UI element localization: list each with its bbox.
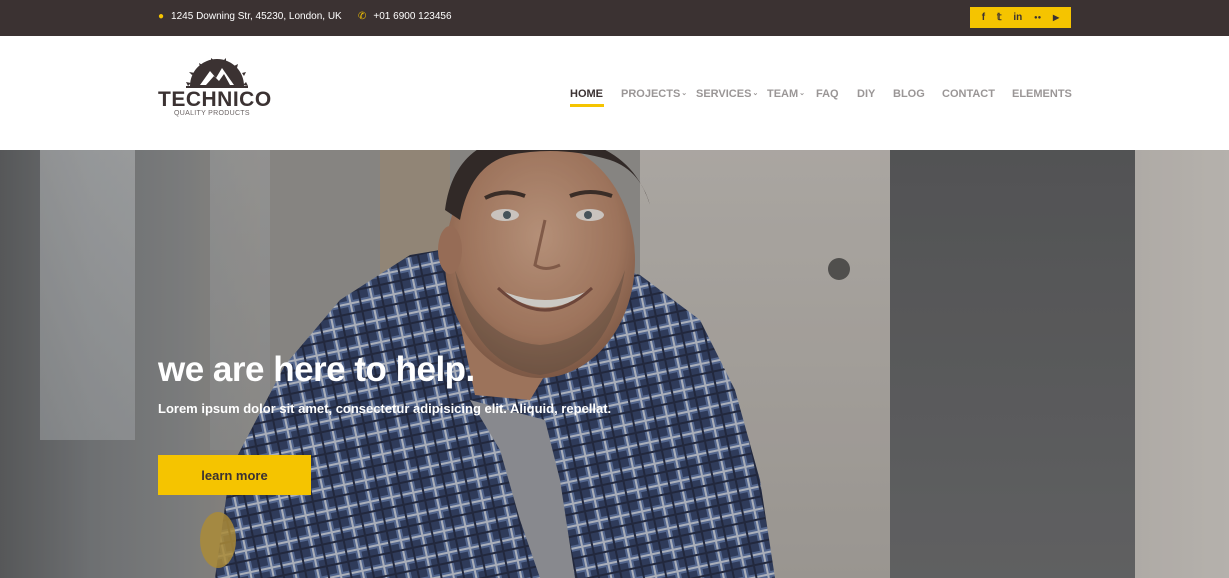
phone-info: ✆ +01 6900 123456 xyxy=(358,11,452,22)
nav-item-contact[interactable]: CONTACT xyxy=(942,88,995,100)
hero-title: we are here to help. xyxy=(158,350,475,389)
phone-text: +01 6900 123456 xyxy=(373,11,452,22)
brand-name: TECHNICO xyxy=(158,88,272,111)
nav-item-home[interactable]: HOME xyxy=(570,88,604,107)
chevron-down-icon: ⌄ xyxy=(799,90,806,97)
youtube-icon[interactable]: ▶ xyxy=(1053,13,1059,22)
nav-label: FAQ xyxy=(816,88,839,100)
nav-label: BLOG xyxy=(893,88,925,100)
nav-label: PROJECTS xyxy=(621,88,681,100)
facebook-icon[interactable]: f xyxy=(982,12,985,23)
nav-label: ELEMENTS xyxy=(1012,88,1072,100)
nav-item-faq[interactable]: FAQ xyxy=(816,88,839,100)
brand-tagline: QUALITY PRODUCTS xyxy=(174,110,250,117)
hero-description: Lorem ipsum dolor sit amet, consectetur … xyxy=(158,401,612,416)
nav-label: CONTACT xyxy=(942,88,995,100)
chevron-down-icon: ⌄ xyxy=(681,90,688,97)
nav-label: TEAM xyxy=(767,88,799,100)
top-bar: ● 1245 Downing Str, 45230, London, UK ✆ … xyxy=(0,0,1229,36)
nav-label: DIY xyxy=(857,88,876,100)
address-text: 1245 Downing Str, 45230, London, UK xyxy=(171,11,342,22)
logo[interactable]: TECHNICO QUALITY PRODUCTS xyxy=(158,58,278,120)
linkedin-icon[interactable]: in xyxy=(1013,12,1022,23)
nav-label: HOME xyxy=(570,88,603,100)
nav-item-diy[interactable]: DIY xyxy=(857,88,875,100)
site-header: TECHNICO QUALITY PRODUCTS HOME PROJECTS⌄… xyxy=(0,36,1229,150)
twitter-icon[interactable]: 𝕥 xyxy=(997,12,1002,23)
nav-item-projects[interactable]: PROJECTS⌄ xyxy=(621,88,687,100)
nav-item-elements[interactable]: ELEMENTS xyxy=(1012,88,1072,100)
nav-item-services[interactable]: SERVICES⌄ xyxy=(696,88,758,100)
location-pin-icon: ● xyxy=(158,11,165,22)
hero-section: we are here to help. Lorem ipsum dolor s… xyxy=(0,150,1229,578)
social-links: f 𝕥 in ●● ▶ xyxy=(970,7,1071,28)
address-info: ● 1245 Downing Str, 45230, London, UK xyxy=(158,11,342,22)
nav-label: SERVICES xyxy=(696,88,752,100)
nav-item-team[interactable]: TEAM⌄ xyxy=(767,88,805,100)
saw-blade-logo-icon xyxy=(186,58,248,88)
phone-icon: ✆ xyxy=(358,11,367,22)
chevron-down-icon: ⌄ xyxy=(752,90,759,97)
active-underline xyxy=(570,104,604,107)
flickr-icon[interactable]: ●● xyxy=(1034,15,1041,21)
learn-more-button[interactable]: learn more xyxy=(158,455,311,495)
nav-item-blog[interactable]: BLOG xyxy=(893,88,925,100)
